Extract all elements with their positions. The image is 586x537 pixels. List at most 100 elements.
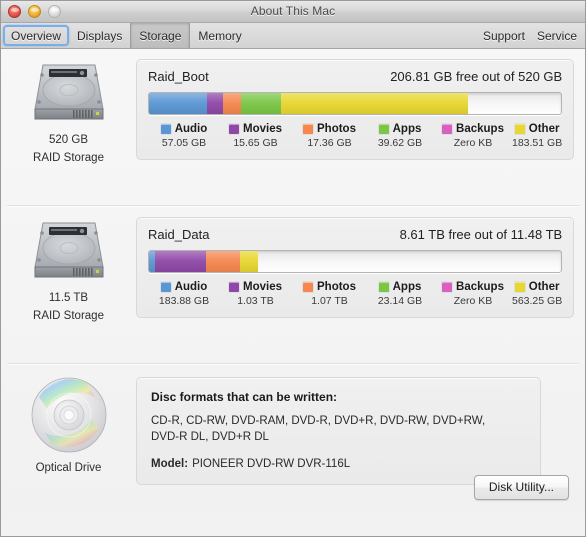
legend-size-apps-0: 39.62 GB: [377, 137, 423, 149]
legend-label-apps-1: Apps: [392, 281, 422, 293]
legend-item-photos-1: Photos 1.07 TB: [293, 281, 366, 307]
legend-swatch-movies-icon: [229, 124, 239, 134]
legend-label-backups-1: Backups: [456, 281, 504, 293]
drive-capacity-label-1: 11.5 TB: [48, 292, 89, 304]
tab-displays[interactable]: Displays: [69, 23, 130, 48]
volume-panel-raid-boot: Raid_Boot 206.81 GB free out of 520 GB A…: [136, 59, 575, 160]
optical-model-row: Model: PIONEER DVD-RW DVR-116L: [151, 458, 526, 470]
legend-size-backups-1: Zero KB: [453, 295, 493, 307]
legend-label-backups-0: Backups: [456, 123, 504, 135]
legend-label-audio-0: Audio: [174, 123, 208, 135]
drive-type-label-0: RAID Storage: [33, 152, 104, 164]
volume-header-1: Raid_Data 8.61 TB free out of 11.48 TB: [148, 227, 562, 242]
legend-1: Audio 183.88 GB Movies 1.03 TB Photos 1.…: [148, 281, 562, 307]
legend-swatch-audio-icon: [160, 124, 171, 134]
legend-label-audio-1: Audio: [174, 281, 208, 293]
legend-label-apps-0: Apps: [392, 123, 422, 135]
bar-segment-movies-1: [154, 251, 207, 272]
bar-segment-other-1: [240, 251, 259, 272]
service-link[interactable]: Service: [537, 29, 577, 43]
storage-section-raid-data: 11.5 TB RAID Storage Raid_Data 8.61 TB f…: [1, 207, 585, 337]
window-title: About This Mac: [250, 4, 336, 18]
optical-drive-section: Optical Drive Disc formats that can be w…: [1, 365, 585, 485]
disk-utility-button[interactable]: Disk Utility...: [473, 475, 569, 500]
volume-header-0: Raid_Boot 206.81 GB free out of 520 GB: [148, 69, 562, 84]
legend-item-audio-1: Audio 183.88 GB: [150, 281, 218, 307]
legend-size-backups-0: Zero KB: [453, 137, 493, 149]
legend-item-photos-0: Photos 17.36 GB: [293, 123, 366, 149]
legend-item-backups-0: Backups Zero KB: [434, 123, 512, 149]
legend-size-movies-0: 15.65 GB: [233, 137, 278, 149]
disc-formats-list: CD-R, CD-RW, DVD-RAM, DVD-R, DVD+R, DVD-…: [151, 415, 486, 443]
legend-item-apps-1: Apps 23.14 GB: [366, 281, 434, 307]
disc-formats-title: Disc formats that can be written:: [151, 390, 338, 404]
tab-bar: Overview Displays Storage Memory: [3, 23, 250, 48]
legend-size-other-1: 563.25 GB: [512, 295, 563, 307]
legend-swatch-photos-icon: [303, 124, 313, 134]
bar-segment-photos-0: [223, 93, 241, 114]
legend-size-other-0: 183.51 GB: [512, 137, 563, 149]
title-bar[interactable]: About This Mac: [1, 1, 585, 23]
bar-segment-photos-1: [206, 251, 241, 272]
toolbar: Overview Displays Storage Memory Support…: [1, 23, 585, 49]
storage-content: 520 GB RAID Storage Raid_Boot 206.81 GB …: [1, 49, 585, 514]
footer: Disk Utility...: [473, 475, 569, 500]
tab-overview-label: Overview: [11, 28, 62, 43]
tab-storage[interactable]: Storage: [130, 23, 191, 48]
drive-icon-cell-1: 11.5 TB RAID Storage: [1, 207, 136, 323]
about-this-mac-window: About This Mac Overview Displays Storage…: [0, 0, 586, 537]
volume-name-1: Raid_Data: [148, 227, 210, 242]
tab-memory[interactable]: Memory: [190, 23, 249, 48]
legend-label-photos-0: Photos: [317, 123, 356, 135]
drive-capacity-label-0: 520 GB: [49, 134, 88, 146]
legend-swatch-photos-icon: [303, 282, 313, 292]
legend-size-audio-0: 57.05 GB: [161, 137, 207, 149]
tab-displays-label: Displays: [77, 28, 123, 43]
storage-section-raid-boot: 520 GB RAID Storage Raid_Boot 206.81 GB …: [1, 49, 585, 179]
storage-bar-1: [148, 250, 563, 273]
legend-size-photos-0: 17.36 GB: [307, 137, 352, 149]
optical-icon-cell: Optical Drive: [1, 365, 136, 475]
legend-label-photos-1: Photos: [317, 281, 356, 293]
drive-type-label-1: RAID Storage: [33, 310, 104, 322]
legend-swatch-audio-icon: [160, 282, 171, 292]
legend-item-other-0: Other 183.51 GB: [512, 123, 562, 149]
legend-label-other-1: Other: [528, 281, 560, 293]
tab-storage-label: Storage: [139, 28, 182, 43]
tab-memory-label: Memory: [198, 28, 242, 43]
bar-segment-apps-0: [240, 93, 282, 114]
legend-swatch-backups-icon: [442, 124, 453, 134]
optical-drive-label: Optical Drive: [35, 462, 102, 474]
volume-free-space-0: 206.81 GB free out of 520 GB: [390, 69, 563, 84]
hard-disk-icon: [33, 222, 104, 278]
legend-item-movies-1: Movies 1.03 TB: [218, 281, 293, 307]
legend-item-other-1: Other 563.25 GB: [512, 281, 562, 307]
bar-segment-movies-0: [207, 93, 224, 114]
hard-disk-icon: [33, 64, 104, 120]
optical-model-value: PIONEER DVD-RW DVR-116L: [192, 458, 351, 470]
legend-swatch-backups-icon: [442, 282, 453, 292]
tab-overview[interactable]: Overview: [3, 25, 70, 46]
legend-label-other-0: Other: [528, 123, 560, 135]
legend-swatch-movies-icon: [229, 282, 239, 292]
volume-panel-raid-data: Raid_Data 8.61 TB free out of 11.48 TB A…: [136, 217, 575, 318]
bar-segment-free-0: [468, 93, 561, 114]
toolbar-links: Support Service: [483, 29, 577, 43]
volume-free-space-1: 8.61 TB free out of 11.48 TB: [399, 227, 563, 242]
legend-swatch-apps-icon: [378, 124, 389, 134]
bar-segment-other-0: [281, 93, 468, 114]
legend-item-backups-1: Backups Zero KB: [434, 281, 512, 307]
bar-segment-audio-0: [149, 93, 208, 114]
support-link[interactable]: Support: [483, 29, 525, 43]
bar-segment-free-1: [258, 251, 561, 272]
legend-0: Audio 57.05 GB Movies 15.65 GB Photos 17…: [148, 123, 562, 149]
optical-model-label: Model:: [151, 458, 189, 470]
storage-bar-0: [148, 92, 563, 115]
legend-item-audio-0: Audio 57.05 GB: [150, 123, 218, 149]
legend-swatch-other-icon: [514, 282, 525, 292]
optical-info-panel: Disc formats that can be written: CD-R, …: [136, 377, 541, 485]
volume-name-0: Raid_Boot: [148, 69, 209, 84]
legend-size-photos-1: 1.07 TB: [311, 295, 348, 307]
drive-icon-cell-0: 520 GB RAID Storage: [1, 49, 136, 165]
legend-size-apps-1: 23.14 GB: [377, 295, 423, 307]
